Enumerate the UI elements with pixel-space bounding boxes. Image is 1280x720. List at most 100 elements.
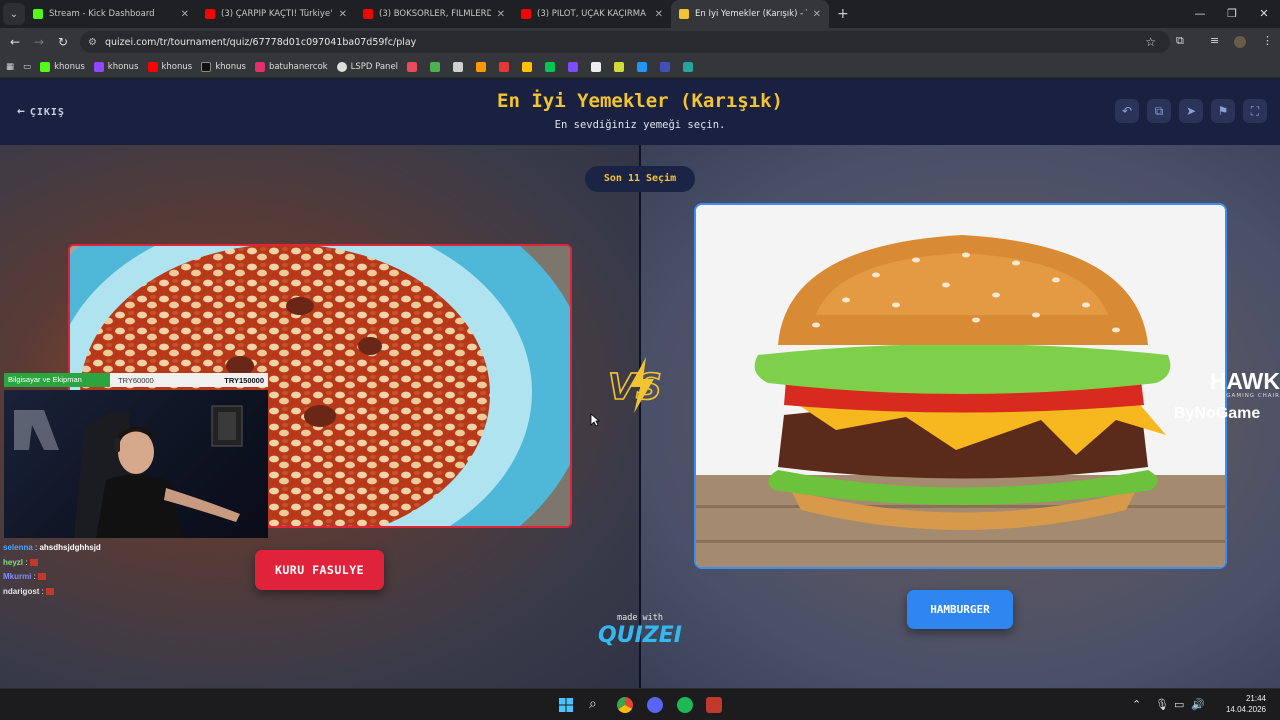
mouse-cursor-icon: [590, 413, 600, 427]
tab-youtube-2[interactable]: (3) BOKSÖRLER, FİLMLERDEKİ E ✕: [355, 0, 513, 28]
bookmark-icon-7[interactable]: [545, 61, 559, 72]
bookmark-icon-5[interactable]: [499, 61, 513, 72]
browser-tab-bar: ⌄ Stream - Kick Dashboard ✕ (3) ÇARPIP K…: [0, 0, 1280, 28]
bookmark-lspd[interactable]: LSPD Panel: [336, 61, 398, 72]
chat-line: heyzl :: [3, 556, 101, 571]
app-icon[interactable]: [706, 697, 722, 713]
url-field[interactable]: ⚙ quizei.com/tr/tournament/quiz/67778d01…: [80, 31, 1170, 53]
choose-left-button[interactable]: KURU FASULYE: [255, 550, 384, 590]
youtube-icon: [205, 9, 215, 19]
undo-icon: ↶: [1121, 104, 1133, 118]
chevron-up-icon[interactable]: ⌃: [1132, 698, 1141, 711]
volume-icon[interactable]: 🔊: [1191, 698, 1205, 711]
bookmark-icon-6[interactable]: [522, 61, 536, 72]
emote-icon: [46, 587, 55, 595]
report-button[interactable]: ⚑: [1211, 99, 1235, 123]
round-badge: Son 11 Seçim: [585, 166, 695, 192]
menu-dots-icon[interactable]: ⋮: [1262, 34, 1273, 47]
profile-avatar[interactable]: [1234, 36, 1246, 48]
spotify-icon[interactable]: [677, 697, 693, 713]
chat-line: Mkurmi :: [3, 570, 101, 585]
made-with-quizei[interactable]: made with QUIZEI: [596, 613, 684, 649]
minimize-icon[interactable]: —: [1184, 0, 1216, 28]
maximize-icon[interactable]: ❐: [1216, 0, 1248, 28]
send-button[interactable]: ➤: [1179, 99, 1203, 123]
tab-search-icon[interactable]: ⌄: [3, 3, 25, 25]
bookmark-icon-12[interactable]: [660, 61, 674, 72]
bookmarks-bar: ▦ ▭ khonus khonus khonus khonus batuhane…: [0, 56, 1280, 78]
back-icon[interactable]: ←: [3, 35, 27, 49]
window-controls: — ❐ ✕: [1184, 0, 1280, 28]
bookmark-icon-8[interactable]: [568, 61, 582, 72]
url-text: quizei.com/tr/tournament/quiz/67778d01c0…: [104, 36, 417, 48]
search-icon[interactable]: ⌕: [589, 696, 597, 712]
bookmark-icon-1[interactable]: [407, 61, 421, 72]
webcam-overlay: [4, 390, 268, 538]
hawk-logo: HAWK: [1209, 368, 1280, 394]
tab-label: En İyi Yemekler (Karışık) - Tier L: [695, 9, 807, 19]
bookmark-icon-11[interactable]: [637, 61, 651, 72]
close-icon[interactable]: ✕: [181, 9, 189, 20]
microphone-icon[interactable]: 🎙: [1155, 698, 1169, 711]
close-window-icon[interactable]: ✕: [1248, 0, 1280, 28]
bookmark-x[interactable]: khonus: [201, 61, 246, 72]
forward-icon[interactable]: →: [27, 35, 51, 49]
bookmark-kick[interactable]: khonus: [40, 61, 85, 72]
center-divider: [639, 145, 641, 688]
discord-icon[interactable]: [647, 697, 663, 713]
tab-youtube-1[interactable]: (3) ÇARPIP KAÇTI! Türkiye'de Ya ✕: [197, 0, 355, 28]
fullscreen-button[interactable]: ⛶: [1243, 99, 1267, 123]
send-icon: ➤: [1185, 104, 1197, 118]
tab-label: (3) ÇARPIP KAÇTI! Türkiye'de Ya: [221, 9, 333, 19]
close-icon[interactable]: ✕: [813, 9, 821, 20]
hamburger-image: [696, 205, 1225, 567]
emote-icon: [38, 573, 47, 581]
bookmark-twitch[interactable]: khonus: [93, 61, 139, 72]
bookmark-icon-4[interactable]: [476, 61, 490, 72]
tab-quizei[interactable]: En İyi Yemekler (Karışık) - Tier L ✕: [671, 0, 829, 28]
system-clock[interactable]: 21:44 14.04.2026: [1226, 693, 1266, 715]
media-icon[interactable]: ≡: [1210, 34, 1219, 47]
tab-label: Stream - Kick Dashboard: [49, 9, 155, 19]
bookmark-icon-13[interactable]: [683, 61, 697, 72]
sponsor-logos: HAWK GAMING CHAIR ByNoGame: [1174, 369, 1280, 423]
sponsor-price-a: TRY60000: [118, 375, 154, 385]
undo-button[interactable]: ↶: [1115, 99, 1139, 123]
bookmark-icon-10[interactable]: [614, 61, 628, 72]
share-button[interactable]: ⧉: [1147, 99, 1171, 123]
chrome-icon[interactable]: [617, 697, 633, 713]
bookmark-icon-3[interactable]: [453, 61, 467, 72]
extensions-icon[interactable]: ⧉: [1176, 34, 1184, 48]
tab-youtube-3[interactable]: (3) PİLOT, UÇAK KAÇIRMA SAHI ✕: [513, 0, 671, 28]
new-tab-icon[interactable]: +: [837, 6, 849, 22]
reload-icon[interactable]: ↻: [51, 35, 75, 49]
tab-label: (3) BOKSÖRLER, FİLMLERDEKİ E: [379, 9, 491, 19]
bookmark-star-icon[interactable]: ☆: [1145, 35, 1156, 49]
hawk-subtitle: GAMING CHAIR: [1226, 393, 1280, 399]
page-subtitle: En sevdiğiniz yemeği seçin.: [554, 119, 726, 131]
sponsor-price-b: TRY150000: [224, 375, 264, 385]
tab-kick-dashboard[interactable]: Stream - Kick Dashboard ✕: [25, 0, 197, 28]
bookmark-icon-2[interactable]: [430, 61, 444, 72]
vs-lightning-icon: VS: [607, 357, 663, 413]
bookmark-instagram[interactable]: batuhanercok: [254, 61, 328, 72]
close-icon[interactable]: ✕: [497, 9, 505, 20]
right-choice-image[interactable]: [694, 203, 1227, 569]
bookmark-youtube[interactable]: khonus: [147, 61, 192, 72]
bookmark-icon-9[interactable]: [591, 61, 605, 72]
start-icon[interactable]: [558, 697, 574, 713]
overlay-sponsor-bar: Bilgisayar ve Ekipman TRY60000 TRY150000: [4, 373, 268, 387]
folder-icon[interactable]: ▭: [23, 62, 31, 72]
network-icon[interactable]: ▭: [1174, 698, 1184, 711]
flag-icon: ⚑: [1217, 104, 1229, 118]
page-title: En İyi Yemekler (Karışık): [497, 90, 783, 112]
site-info-icon[interactable]: ⚙: [88, 37, 97, 48]
close-icon[interactable]: ✕: [655, 9, 663, 20]
fullscreen-icon: ⛶: [1250, 103, 1260, 118]
choose-right-button[interactable]: HAMBURGER: [907, 590, 1013, 629]
apps-grid-icon[interactable]: ▦: [6, 62, 14, 72]
quizei-icon: [679, 9, 689, 19]
tab-label: (3) PİLOT, UÇAK KAÇIRMA SAHI: [537, 9, 649, 19]
bynogame-logo: ByNoGame: [1174, 405, 1261, 422]
close-icon[interactable]: ✕: [339, 9, 347, 20]
